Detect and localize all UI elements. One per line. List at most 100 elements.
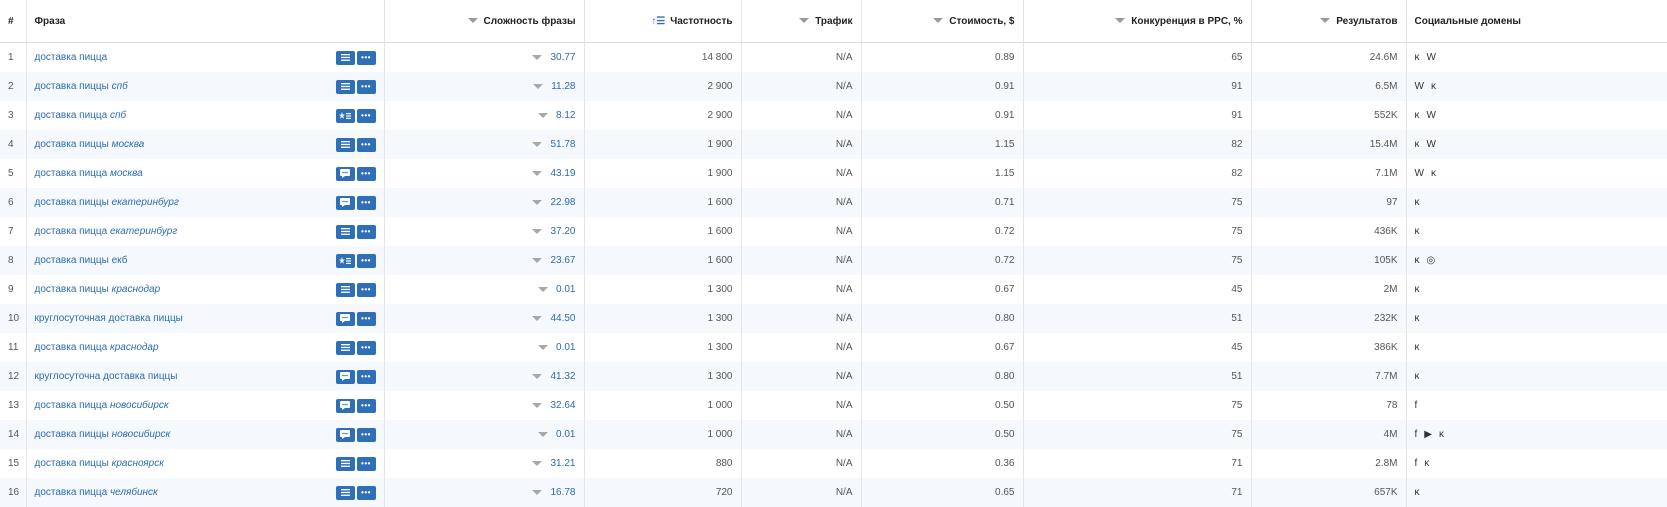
phrase-base[interactable]: доставка пицца [35,400,108,411]
phrase-link[interactable]: доставка пицца новосибирск [35,400,169,411]
wiki-icon[interactable]: W [1427,110,1436,121]
phrase-base[interactable]: доставка пиццы [35,429,109,440]
more-button[interactable]: ••• [357,51,376,65]
more-button[interactable]: ••• [357,138,376,152]
header-results[interactable]: Результатов [1251,0,1406,43]
list-icon-button[interactable] [336,283,355,297]
phrase-base[interactable]: доставка пицца [35,487,108,498]
phrase-suffix[interactable]: челябинск [110,487,158,498]
chat-icon-button[interactable] [336,399,355,413]
chevron-down-icon[interactable] [532,55,542,60]
chevron-down-icon[interactable] [538,345,548,350]
phrase-suffix[interactable]: новосибирск [110,400,169,411]
list-icon-button[interactable] [336,486,355,500]
vk-icon[interactable]: ᴋ [1439,429,1444,440]
wiki-icon[interactable]: W [1427,139,1436,150]
more-button[interactable]: ••• [357,370,376,384]
vk-icon[interactable]: ᴋ [1415,52,1420,63]
phrase-base[interactable]: доставка пицца [35,226,108,237]
phrase-base[interactable]: доставка пиццы [35,284,109,295]
vk-icon[interactable]: ᴋ [1431,168,1436,179]
chat-icon-button[interactable] [336,196,355,210]
vk-icon[interactable]: ᴋ [1415,110,1420,121]
chevron-down-icon[interactable] [538,432,548,437]
sort-ascending-icon[interactable]: ↑☰ [651,16,665,27]
vk-icon[interactable]: ᴋ [1415,255,1420,266]
chevron-down-icon[interactable] [533,84,543,89]
phrase-link[interactable]: доставка пиццы екатеринбург [35,197,179,208]
more-button[interactable]: ••• [357,486,376,500]
phrase-link[interactable]: доставка пицца екатеринбург [35,226,178,237]
phrase-suffix[interactable]: москва [112,139,145,150]
vk-icon[interactable]: ᴋ [1431,81,1436,92]
vk-icon[interactable]: ᴋ [1415,342,1420,353]
vk-icon[interactable]: ᴋ [1424,458,1429,469]
header-traffic[interactable]: Трафик [741,0,861,43]
phrase-link[interactable]: доставка пицца спб [35,110,127,121]
phrase-suffix[interactable]: новосибирск [112,429,171,440]
phrase-suffix[interactable]: краснодар [112,284,161,295]
more-button[interactable]: ••• [357,428,376,442]
chevron-down-icon[interactable] [532,142,542,147]
phrase-base[interactable]: доставка пиццы [35,458,109,469]
sort-chevron-icon[interactable] [933,18,943,23]
wiki-icon[interactable]: W [1427,52,1436,63]
sort-chevron-icon[interactable] [799,18,809,23]
more-button[interactable]: ••• [357,196,376,210]
phrase-suffix[interactable]: спб [110,110,126,121]
header-phrase[interactable]: Фраза [26,0,384,43]
phrase-link[interactable]: доставка пиццы краснодар [35,284,161,295]
facebook-icon[interactable]: f [1415,429,1418,440]
phrase-link[interactable]: доставка пиццы екб [35,255,128,266]
phrase-suffix[interactable]: спб [112,81,128,92]
phrase-base[interactable]: доставка пиццы [35,197,109,208]
chat-icon-button[interactable] [336,312,355,326]
phrase-base[interactable]: доставка пиццы [35,81,109,92]
phrase-base[interactable]: доставка пицца [35,52,108,63]
favorite-list-icon-button[interactable] [336,254,355,268]
more-button[interactable]: ••• [357,80,376,94]
more-button[interactable]: ••• [357,341,376,355]
more-button[interactable]: ••• [357,312,376,326]
phrase-suffix[interactable]: екатеринбург [112,197,179,208]
phrase-base[interactable]: доставка пицца [35,168,108,179]
chevron-down-icon[interactable] [532,258,542,263]
list-icon-button[interactable] [336,341,355,355]
vk-icon[interactable]: ᴋ [1415,313,1420,324]
chevron-down-icon[interactable] [532,200,542,205]
sort-chevron-icon[interactable] [468,18,478,23]
chevron-down-icon[interactable] [532,490,542,495]
chevron-down-icon[interactable] [532,403,542,408]
phrase-link[interactable]: доставка пиццы москва [35,139,145,150]
chevron-down-icon[interactable] [532,171,542,176]
wiki-icon[interactable]: W [1415,81,1424,92]
phrase-base[interactable]: доставка пиццы екб [35,255,128,266]
chevron-down-icon[interactable] [532,374,542,379]
phrase-suffix[interactable]: краснодар [110,342,159,353]
more-button[interactable]: ••• [357,225,376,239]
phrase-suffix[interactable]: красноярск [112,458,164,469]
vk-icon[interactable]: ᴋ [1415,197,1420,208]
chevron-down-icon[interactable] [532,229,542,234]
phrase-link[interactable]: круглосуточная доставка пиццы [35,313,183,324]
list-icon-button[interactable] [336,51,355,65]
phrase-suffix[interactable]: москва [110,168,143,179]
more-button[interactable]: ••• [357,109,376,123]
sort-chevron-icon[interactable] [1115,18,1125,23]
more-button[interactable]: ••• [357,399,376,413]
instagram-icon[interactable]: ◎ [1427,255,1436,266]
facebook-icon[interactable]: f [1415,400,1418,411]
phrase-link[interactable]: доставка пицца [35,52,108,63]
header-frequency[interactable]: ↑☰Частотность [584,0,741,43]
list-icon-button[interactable] [336,138,355,152]
phrase-link[interactable]: доставка пиццы спб [35,81,128,92]
phrase-link[interactable]: доставка пицца москва [35,168,143,179]
favorite-list-icon-button[interactable] [336,109,355,123]
list-icon-button[interactable] [336,225,355,239]
vk-icon[interactable]: ᴋ [1415,487,1420,498]
header-competition[interactable]: Конкуренция в PPC, % [1023,0,1251,43]
phrase-link[interactable]: доставка пицца краснодар [35,342,159,353]
chevron-down-icon[interactable] [538,287,548,292]
phrase-base[interactable]: доставка пицца [35,110,108,121]
vk-icon[interactable]: ᴋ [1415,284,1420,295]
